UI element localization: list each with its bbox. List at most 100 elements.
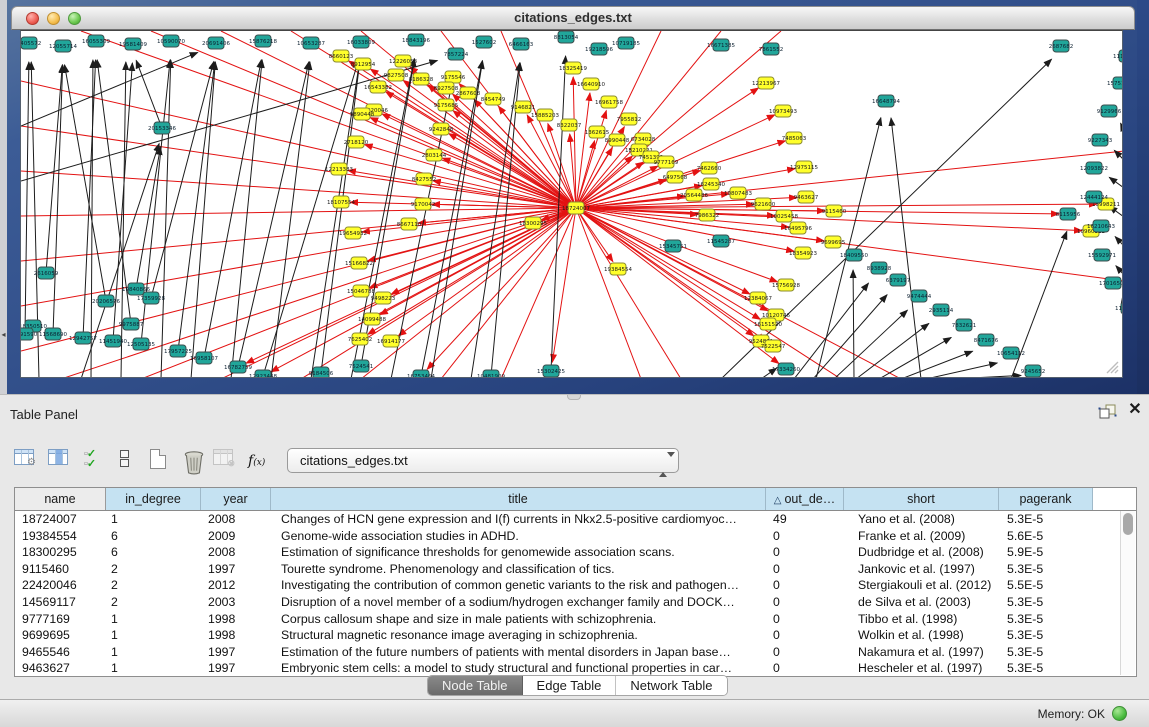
graph-edge[interactable] (576, 208, 766, 341)
table-cell: Tourette syndrome. Phenomenology and cla… (271, 561, 766, 578)
table-row[interactable]: 969969511998Structural magnetic resonanc… (15, 627, 1136, 644)
graph-edge[interactable] (370, 118, 576, 208)
graph-edge[interactable] (311, 61, 360, 378)
graph-edge[interactable] (83, 60, 96, 338)
graph-node-label: 8427552 (412, 177, 437, 183)
graph-edge[interactable] (204, 60, 261, 358)
function-builder-icon[interactable]: f(x) (248, 449, 274, 475)
graph-node-label: 18300295 (519, 221, 547, 227)
table-cell: 5.3E-5 (999, 594, 1093, 611)
graph-edge[interactable] (136, 60, 162, 128)
graph-edge[interactable] (891, 118, 921, 378)
table-row[interactable]: 911546021997Tourette syndrome. Phenomeno… (15, 561, 1136, 578)
header-year[interactable]: year (201, 488, 271, 510)
graph-node-label: 15756928 (772, 283, 800, 289)
graph-edge[interactable] (161, 60, 171, 378)
table-panel: Table Panel ✕ ⚙ ▫✓▫✓ ⊗ f(x) citations_ed… (0, 394, 1149, 727)
header-out-degree[interactable]: △out_de… (766, 488, 844, 510)
graph-edge[interactable] (853, 270, 854, 378)
graph-edge[interactable] (1109, 177, 1123, 188)
tab-network-table[interactable]: Network Table (616, 676, 726, 695)
minimize-traffic-light[interactable] (47, 12, 60, 25)
graph-edge[interactable] (321, 61, 360, 373)
graph-node-label: 19384554 (604, 267, 632, 273)
table-selector-dropdown[interactable]: citations_edges.txt (287, 448, 679, 473)
column-visibility-icon[interactable] (48, 449, 74, 475)
table-row[interactable]: 977716911998Corpus callosum shape and si… (15, 611, 1136, 628)
window-titlebar[interactable]: citations_edges.txt (11, 6, 1135, 30)
graph-node-label: 7524541 (349, 364, 374, 370)
table-cell: 9465546 (15, 644, 106, 661)
graph-edge[interactable] (271, 62, 310, 378)
panel-collapse-arrow-icon[interactable]: ◂ (0, 330, 7, 340)
graph-edge[interactable] (46, 65, 62, 273)
graph-edge[interactable] (576, 208, 760, 319)
header-short[interactable]: short (844, 488, 999, 510)
graph-edge[interactable] (136, 147, 160, 289)
scrollbar-thumb[interactable] (1123, 513, 1133, 535)
graph-edge[interactable] (65, 65, 106, 301)
table-settings-icon[interactable]: ⚙ (14, 449, 40, 475)
graph-edge[interactable] (365, 145, 576, 208)
table-row[interactable]: 1456911722003Disruption of a novel membe… (15, 594, 1136, 611)
table-cell: 1 (106, 611, 201, 628)
graph-edge[interactable] (97, 60, 131, 324)
graph-node-label: 11120094 (1113, 54, 1123, 60)
graph-node-label: 8990448 (605, 138, 630, 144)
header-pagerank[interactable]: pagerank (999, 488, 1093, 510)
close-traffic-light[interactable] (26, 12, 39, 25)
zoom-traffic-light[interactable] (68, 12, 81, 25)
table-row[interactable]: 1872400712008Changes of HCN gene express… (15, 511, 1136, 528)
table-cell: 2003 (201, 594, 271, 611)
header-name[interactable]: name (15, 488, 106, 510)
row-height-icon[interactable] (120, 449, 146, 475)
table-row[interactable]: 1938455462009Genome-wide association stu… (15, 528, 1136, 545)
network-view-canvas[interactable]: 1872400786601238912954122260589827508818… (20, 30, 1123, 378)
graph-node-label: 15885203 (531, 113, 559, 119)
graph-edge[interactable] (901, 351, 973, 378)
graph-edge[interactable] (1115, 237, 1123, 246)
graph-edge[interactable] (576, 93, 590, 208)
close-icon[interactable]: ✕ (1126, 401, 1144, 419)
graph-edge[interactable] (1121, 123, 1123, 131)
graph-edge[interactable] (21, 61, 437, 181)
graph-edge[interactable] (951, 375, 1021, 378)
table-row[interactable]: 946554611997Estimation of the future num… (15, 644, 1136, 661)
graph-edge[interactable] (21, 208, 576, 351)
graph-node-label: 15166822 (345, 261, 373, 267)
graph-edge[interactable] (25, 62, 29, 334)
trash-icon[interactable] (181, 449, 207, 475)
graph-node-label: 2616059 (34, 271, 59, 277)
graph-edge[interactable] (576, 208, 613, 262)
float-window-icon[interactable] (1098, 403, 1118, 421)
graph-edge[interactable] (552, 208, 576, 362)
table-row[interactable]: 1830029562008Estimation of significance … (15, 544, 1136, 561)
table-cell: 1 (106, 644, 201, 661)
table-cell: 49 (766, 511, 844, 528)
table-cell: Estimation of significance thresholds fo… (271, 544, 766, 561)
graph-node-label: 7857224 (444, 52, 469, 58)
tab-node-table[interactable]: Node Table (428, 676, 523, 695)
graph-edge[interactable] (246, 208, 576, 363)
splitter-handle[interactable] (567, 395, 581, 400)
new-document-icon[interactable] (150, 449, 176, 475)
graph-node-label: 9129966 (1097, 109, 1122, 115)
graph-edge[interactable] (1116, 266, 1123, 275)
graph-edge[interactable] (21, 208, 576, 216)
row-check-icon[interactable]: ▫✓▫✓ (84, 449, 110, 475)
table-row[interactable]: 2242004622012Investigating the contribut… (15, 577, 1136, 594)
graph-node-label: 9245652 (1021, 369, 1046, 375)
graph-edge[interactable] (441, 208, 576, 378)
graph-node-label: 12213967 (752, 81, 780, 87)
graph-node-label: 16033809 (347, 40, 375, 46)
desktop-edge-strip: ◂ (0, 0, 7, 394)
graph-edge[interactable] (879, 337, 951, 378)
graph-node-label: 18107554 (327, 200, 355, 206)
resize-grip-icon[interactable] (1103, 360, 1119, 374)
vertical-scrollbar[interactable] (1120, 511, 1135, 675)
header-in-degree[interactable]: in_degree (106, 488, 201, 510)
graph-edge[interactable] (53, 65, 63, 334)
header-title[interactable]: title (271, 488, 766, 510)
graph-node-label: 12505135 (127, 342, 155, 348)
tab-edge-table[interactable]: Edge Table (523, 676, 617, 695)
